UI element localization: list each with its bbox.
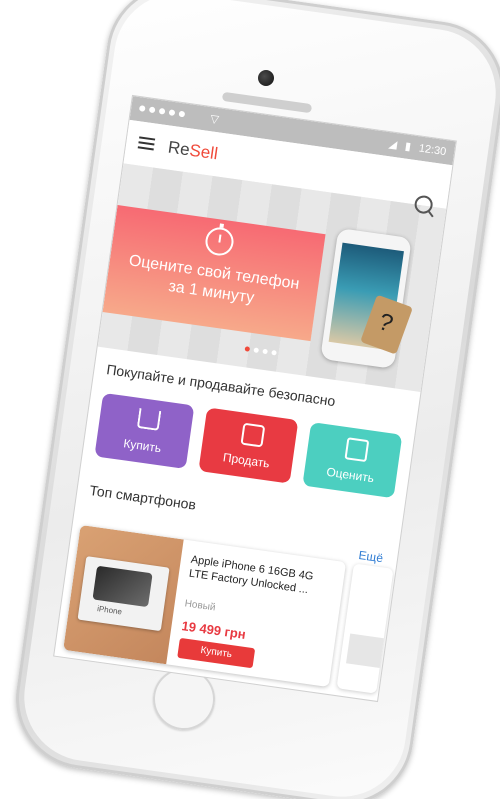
banner-title: Оцените свой телефон за 1 минуту [127,252,301,307]
banner-panel: Оцените свой телефон за 1 минуту [102,204,326,342]
product-status: Новый [183,598,217,614]
logo-accent: Sell [188,140,220,164]
buy-tile-label: Купить [122,436,163,456]
tag-icon [240,422,266,448]
carousel-dot-1[interactable] [244,346,251,352]
signal-dot [158,107,166,115]
carousel-dot-4[interactable] [271,349,277,356]
menu-icon[interactable] [137,136,156,151]
sell-tile-label: Продать [222,450,271,471]
buy-tile[interactable]: Купить [94,392,195,470]
product-image: iPhone [63,524,184,665]
signal-icon: ◢ [387,138,398,152]
signal-dot [148,106,156,114]
phone-check-icon [344,437,370,463]
carousel-dot-2[interactable] [253,347,260,354]
signal-dots [138,105,186,118]
rate-tile-label: Оценить [325,464,375,486]
sell-tile[interactable]: Продать [198,407,299,484]
timer-icon [203,225,236,258]
status-right: ◢ ▮ 12:30 [388,137,447,158]
signal-dot [178,110,186,118]
next-product-image [346,633,384,668]
device-mockup: ▽ ◢ ▮ 12:30 ReSell Оцените свой телефон … [0,0,500,799]
logo-prefix: Re [166,137,192,160]
camera-icon [258,70,274,86]
battery-icon: ▮ [404,140,412,154]
more-link[interactable]: Ещё [358,548,384,565]
signal-dot [168,109,176,117]
carousel-dots [244,346,277,356]
product-price: 19 499 грн [180,618,247,642]
app-logo: ReSell [167,138,219,165]
signal-dot [138,105,146,112]
product-buy-button[interactable]: Купить [177,637,256,669]
wifi-icon: ▽ [209,113,220,127]
carousel-dot-3[interactable] [262,348,268,355]
product-card[interactable]: iPhone Apple iPhone 6 16GB 4G LTE Factor… [63,524,347,688]
status-time: 12:30 [418,141,448,158]
top-section-title: Топ смартфонов [88,481,198,513]
cart-icon [136,408,162,431]
rate-tile[interactable]: Оценить [302,422,403,499]
product-title: Apple iPhone 6 16GB 4G LTE Factory Unloc… [188,553,315,597]
